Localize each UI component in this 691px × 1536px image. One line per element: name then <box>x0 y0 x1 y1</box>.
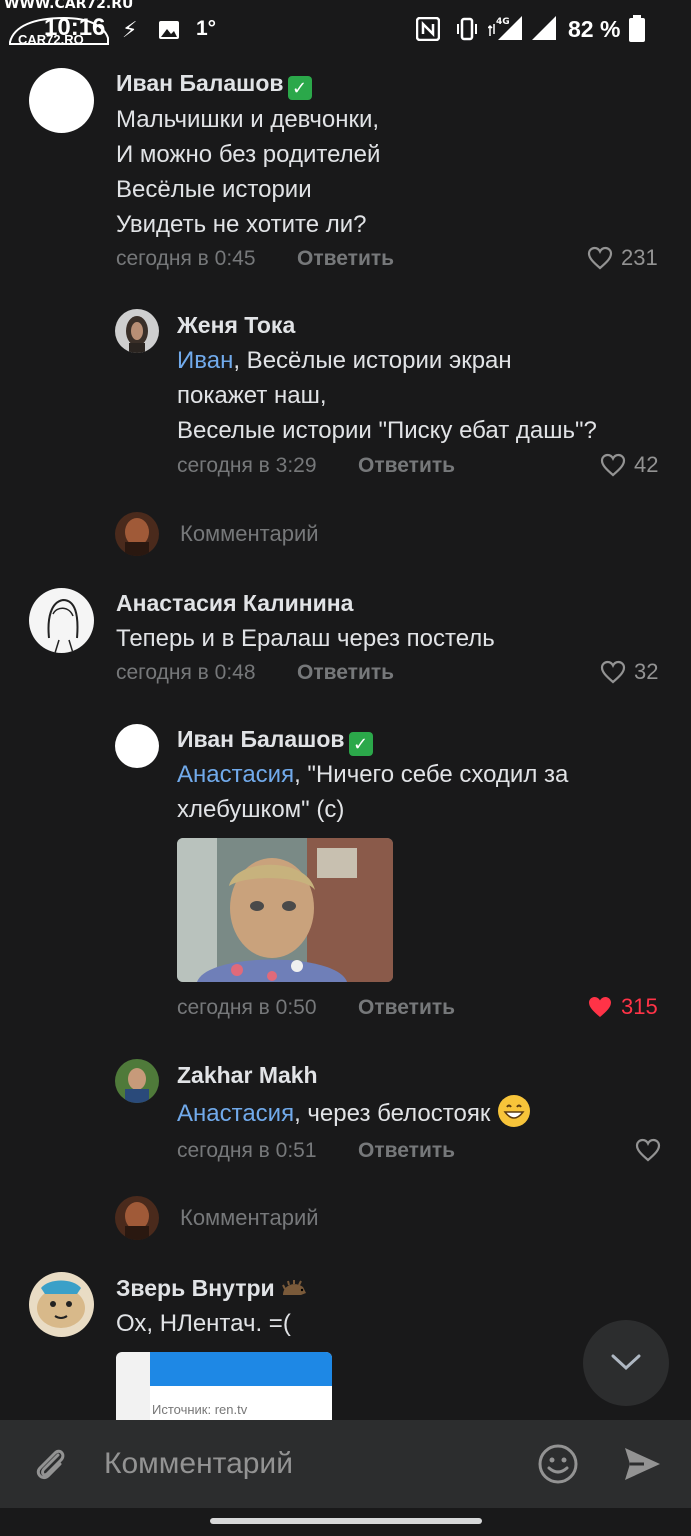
grinning-emoji-icon <box>498 1095 531 1127</box>
like-count: 42 <box>634 452 659 477</box>
comment-author[interactable]: Иван Балашов ✓ <box>177 726 373 756</box>
nfc-icon <box>416 17 440 41</box>
comment-line: хлебушком" (с) <box>177 796 345 823</box>
chevron-down-icon <box>611 1354 641 1371</box>
scroll-down-button[interactable] <box>583 1320 669 1406</box>
reply-button[interactable]: Ответить <box>297 661 394 685</box>
comment-text: Анастасия, "Ничего себе сходил за хлебуш… <box>177 757 568 827</box>
comment-line: Весёлые истории <box>116 176 312 203</box>
comment-time: сегодня в 0:50 <box>177 996 317 1019</box>
heart-filled-icon <box>589 997 611 1017</box>
reply-button[interactable]: Ответить <box>358 454 455 478</box>
gallery-icon <box>159 21 179 39</box>
avatar[interactable] <box>29 68 94 133</box>
flash-icon: ⚡ <box>122 17 138 42</box>
like-button[interactable]: 32 <box>600 659 658 685</box>
comment-line: И можно без родителей <box>116 141 381 168</box>
current-user-avatar <box>115 512 159 556</box>
comment-line: Мальчишки и девчонки, <box>116 106 380 133</box>
comment-line: Ох, НЛентач. =( <box>116 1310 291 1337</box>
status-clock: 10:16 <box>44 14 106 41</box>
temperature: 1° <box>196 17 217 40</box>
comment-line-rest: , через белостояк <box>294 1100 491 1127</box>
comment-author[interactable]: Анастасия Калинина <box>116 590 353 617</box>
like-count: 315 <box>621 994 658 1019</box>
send-icon[interactable] <box>622 1444 662 1484</box>
watermark-text: WWW.CAR72.RU <box>4 0 134 12</box>
signal-4g-icon: 4G <box>488 16 522 40</box>
avatar[interactable] <box>115 724 159 768</box>
comment-line: Иван, Весёлые истории экран <box>177 343 597 378</box>
comment-text: Теперь и в Ералаш через постель <box>116 621 495 656</box>
heart-outline-icon <box>587 246 613 270</box>
mention-link[interactable]: Анастасия <box>177 1100 294 1127</box>
comment-line: Анастасия, "Ничего себе сходил за <box>177 757 568 792</box>
like-button[interactable]: 42 <box>600 452 658 478</box>
attached-preview[interactable]: Источник: ren.tv <box>116 1352 332 1420</box>
heart-outline-icon <box>600 660 626 684</box>
battery-icon <box>629 15 645 42</box>
attach-icon[interactable] <box>30 1443 72 1485</box>
signal-icon <box>532 16 556 40</box>
reply-button[interactable]: Ответить <box>358 996 455 1020</box>
like-count: 231 <box>621 245 658 270</box>
avatar[interactable] <box>115 1059 159 1103</box>
like-button[interactable]: 231 <box>587 245 658 271</box>
add-comment-prompt[interactable]: Комментарий <box>180 1205 319 1231</box>
comment-line-rest: , Весёлые истории экран <box>233 347 512 374</box>
attached-photo[interactable] <box>177 838 393 982</box>
comment-line: Увидеть не хотите ли? <box>116 211 367 238</box>
avatar[interactable] <box>29 588 94 653</box>
comment-line: покажет наш, <box>177 382 327 409</box>
home-gesture-handle[interactable] <box>210 1518 482 1524</box>
avatar[interactable] <box>115 309 159 353</box>
comment-author[interactable]: Женя Тока <box>177 312 295 339</box>
comment-time: сегодня в 0:48 <box>116 661 256 684</box>
current-user-avatar <box>115 1196 159 1240</box>
preview-source: Источник: ren.tv <box>152 1402 248 1417</box>
like-count: 32 <box>634 659 659 684</box>
add-comment-prompt[interactable]: Комментарий <box>180 521 319 547</box>
status-bar: WWW.CAR72.RU CAR72.RO 10:16 ⚡ 1° 4G 82 % <box>0 0 691 58</box>
comment-input[interactable]: Комментарий <box>104 1447 293 1481</box>
comment-text: Мальчишки и девчонки, И можно без родите… <box>116 102 380 242</box>
comment-author[interactable]: Иван Балашов ✓ <box>116 70 312 100</box>
verified-icon: ✓ <box>287 76 312 100</box>
comment-author[interactable]: Zakhar Makh <box>177 1062 318 1089</box>
svg-text:4G: 4G <box>496 17 510 27</box>
comment-line-rest: , "Ничего себе сходил за <box>294 761 569 788</box>
mention-link[interactable]: Анастасия <box>177 761 294 788</box>
battery-level: 82 % <box>568 16 621 42</box>
heart-outline-icon <box>600 453 626 477</box>
comment-line: Анастасия, через белостояк <box>177 1094 531 1131</box>
hedgehog-emoji-icon <box>282 1280 307 1295</box>
comment-author[interactable]: Зверь Внутри <box>116 1275 307 1302</box>
comment-text: Ох, НЛентач. =( <box>116 1306 291 1341</box>
author-name[interactable]: Зверь Внутри <box>116 1275 275 1301</box>
comment-text: Анастасия, через белостояк <box>177 1094 531 1131</box>
verified-icon: ✓ <box>348 732 373 756</box>
reply-button[interactable]: Ответить <box>297 247 394 271</box>
comment-line: Теперь и в Ералаш через постель <box>116 625 495 652</box>
author-name[interactable]: Иван Балашов <box>116 70 284 96</box>
like-button[interactable]: 315 <box>587 994 658 1020</box>
comment-text: Иван, Весёлые истории экран покажет наш,… <box>177 343 597 448</box>
comment-time: сегодня в 3:29 <box>177 454 317 477</box>
mention-link[interactable]: Иван <box>177 347 233 374</box>
preview-header-bar <box>150 1352 332 1386</box>
comment-time: сегодня в 0:51 <box>177 1139 317 1162</box>
reply-button[interactable]: Ответить <box>358 1139 455 1163</box>
emoji-icon[interactable] <box>537 1443 579 1485</box>
comment-time: сегодня в 0:45 <box>116 247 256 270</box>
like-button[interactable] <box>635 1138 661 1162</box>
author-name[interactable]: Иван Балашов <box>177 726 345 752</box>
avatar[interactable] <box>29 1272 94 1337</box>
vibrate-icon <box>457 17 477 41</box>
comment-line: Веселые истории "Писку ебат дашь"? <box>177 417 597 444</box>
